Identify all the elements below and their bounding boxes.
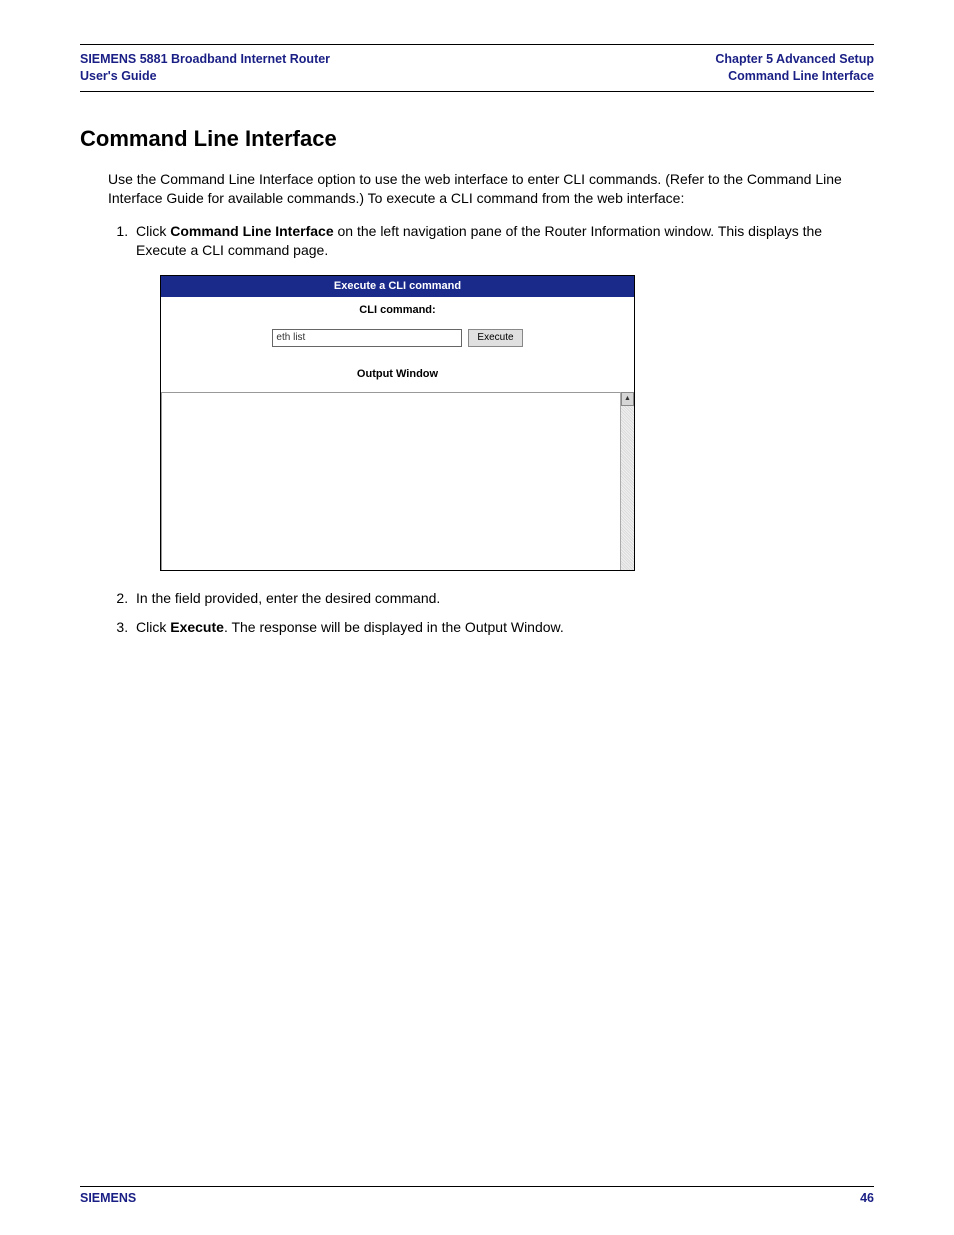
scrollbar[interactable]: ▲: [620, 392, 634, 570]
header-section: Command Line Interface: [715, 68, 874, 85]
scroll-up-icon[interactable]: ▲: [621, 392, 634, 406]
step-3-suffix: . The response will be displayed in the …: [224, 619, 564, 635]
section-title: Command Line Interface: [80, 126, 874, 152]
footer-page-number: 46: [860, 1191, 874, 1205]
cli-panel-title: Execute a CLI command: [161, 276, 634, 297]
step-3: Click Execute. The response will be disp…: [132, 618, 874, 638]
step-2: In the field provided, enter the desired…: [132, 589, 874, 609]
page-header: SIEMENS 5881 Broadband Internet Router U…: [80, 51, 874, 91]
header-chapter: Chapter 5 Advanced Setup: [715, 51, 874, 68]
intro-paragraph: Use the Command Line Interface option to…: [108, 170, 874, 208]
step-1-prefix: Click: [136, 223, 170, 239]
page-footer: SIEMENS 46: [80, 1187, 874, 1205]
footer-brand: SIEMENS: [80, 1191, 136, 1205]
cli-command-label: CLI command:: [161, 297, 634, 322]
step-1-link-text: Command Line Interface: [170, 223, 333, 239]
cli-screenshot-figure: Execute a CLI command CLI command: Execu…: [160, 275, 635, 571]
step-3-bold: Execute: [170, 619, 224, 635]
cli-output-window: [161, 392, 620, 570]
step-1: Click Command Line Interface on the left…: [132, 222, 874, 571]
step-3-prefix: Click: [136, 619, 170, 635]
header-doc-title: SIEMENS 5881 Broadband Internet Router: [80, 51, 330, 68]
cli-output-label: Output Window: [161, 359, 634, 392]
execute-button[interactable]: Execute: [468, 329, 522, 347]
cli-command-input[interactable]: [272, 329, 462, 347]
scroll-track[interactable]: [621, 406, 634, 570]
header-doc-subtitle: User's Guide: [80, 68, 330, 85]
